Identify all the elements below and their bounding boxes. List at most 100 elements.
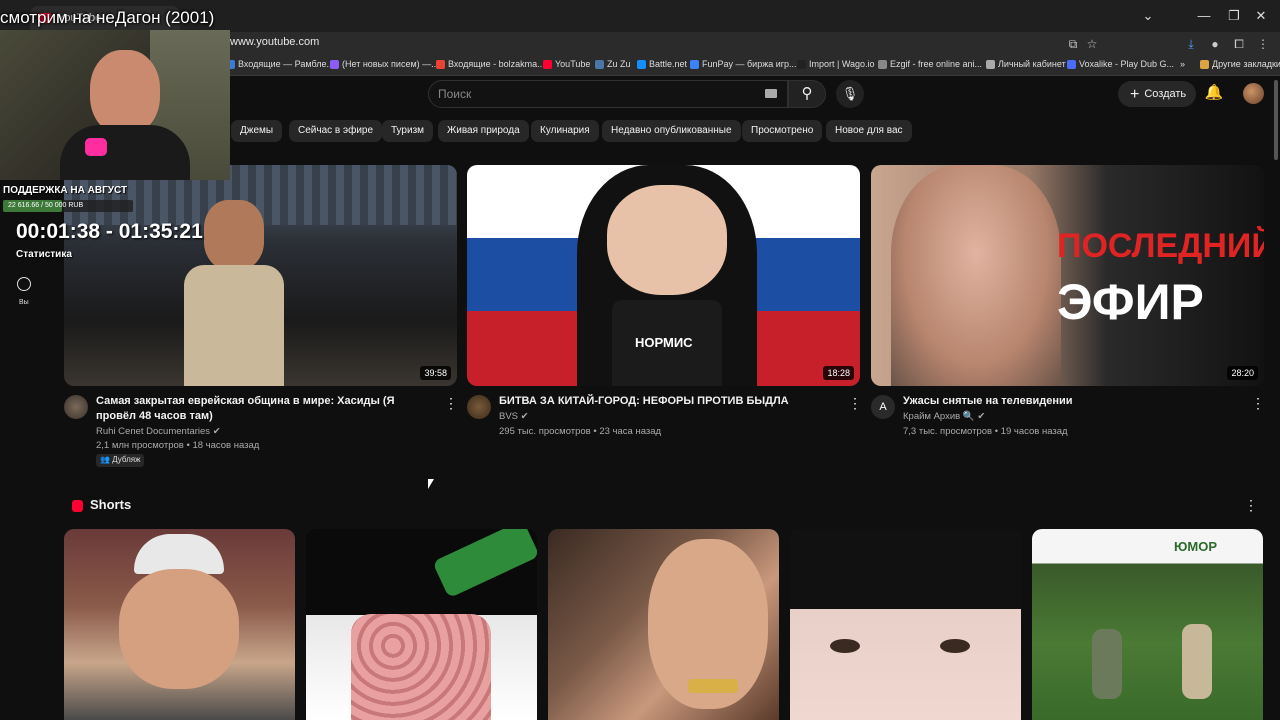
more-bookmarks-icon[interactable]: » bbox=[1180, 59, 1185, 69]
video-thumbnail[interactable]: 39:58 bbox=[64, 165, 457, 386]
verified-icon: ✔ bbox=[212, 426, 221, 437]
thumbnail-text: ПОСЛЕДНИЙ bbox=[1057, 227, 1264, 265]
search-button[interactable]: ⚲ bbox=[788, 80, 826, 108]
video-duration: 18:28 bbox=[823, 366, 854, 380]
keyboard-icon[interactable] bbox=[765, 89, 777, 98]
install-app-icon[interactable]: ⧉ bbox=[1064, 35, 1082, 53]
channel-avatar[interactable] bbox=[467, 395, 491, 419]
thumbnail-teeth bbox=[688, 679, 738, 693]
other-bookmarks[interactable]: Другие закладки bbox=[1200, 59, 1280, 69]
video-title[interactable]: Самая закрытая еврейская община в мире: … bbox=[96, 394, 436, 424]
short-thumbnail[interactable] bbox=[548, 529, 779, 720]
thumbnail-eye bbox=[830, 639, 860, 653]
extensions-icon[interactable]: ⧠ bbox=[1230, 35, 1248, 53]
create-button[interactable]: + Создать bbox=[1118, 81, 1196, 107]
sidebar-item-you[interactable]: Вы bbox=[19, 299, 29, 306]
short-thumbnail[interactable]: ЮМОР bbox=[1032, 529, 1263, 720]
short-thumbnail[interactable] bbox=[64, 529, 295, 720]
bookmark-icon bbox=[595, 59, 604, 69]
notifications-bell-icon[interactable]: 🔔 bbox=[1204, 83, 1224, 103]
chip-filter[interactable]: Сейчас в эфире bbox=[289, 120, 383, 142]
thumbnail-figure bbox=[184, 265, 284, 386]
chip-filter[interactable]: Джемы bbox=[231, 120, 283, 142]
more-options-icon[interactable]: ⋮ bbox=[444, 395, 458, 412]
bookmark-icon bbox=[330, 59, 339, 69]
thumbnail-figure bbox=[1182, 624, 1212, 699]
webcam-body bbox=[60, 125, 190, 180]
video-meta: 2,1 млн просмотров • 18 часов назад bbox=[96, 440, 260, 451]
scrollbar[interactable] bbox=[1274, 80, 1278, 160]
bookmark-icon bbox=[986, 59, 995, 69]
bookmark-item[interactable]: Входящие - bolzakma... bbox=[436, 59, 545, 69]
video-thumbnail[interactable]: ПОСЛЕДНИЙ ЭФИР 28:20 bbox=[871, 165, 1264, 386]
address-bar[interactable]: www.youtube.com bbox=[230, 36, 319, 48]
video-title[interactable]: БИТВА ЗА КИТАЙ-ГОРОД: НЕФОРЫ ПРОТИВ БЫДЛ… bbox=[499, 394, 839, 409]
verified-icon: ✔ bbox=[977, 411, 986, 422]
bookmark-item[interactable]: Ezgif - free online ani... bbox=[878, 59, 982, 69]
voice-search-button[interactable]: 🎙 bbox=[836, 80, 864, 108]
download-icon[interactable]: ⤓ bbox=[1182, 35, 1200, 53]
thumbnail-text: НОРМИС bbox=[635, 335, 693, 350]
chip-filter[interactable]: Туризм bbox=[382, 120, 434, 142]
bookmark-item[interactable]: Входящие — Рамбле... bbox=[226, 59, 334, 69]
chip-filter[interactable]: Новое для вас bbox=[826, 120, 912, 142]
minimize-icon[interactable]: — bbox=[1194, 6, 1214, 26]
channel-avatar[interactable]: A bbox=[871, 395, 895, 419]
thumbnail-bangs bbox=[790, 529, 1021, 609]
plus-icon: + bbox=[1130, 86, 1140, 103]
bookmark-icon bbox=[878, 59, 887, 69]
webcam-face bbox=[90, 50, 160, 135]
short-thumbnail[interactable] bbox=[306, 529, 537, 720]
chip-filter[interactable]: Просмотрено bbox=[742, 120, 823, 142]
support-progress-text: 22 616.66 / 50 000 RUB bbox=[8, 202, 84, 209]
thumbnail-face bbox=[607, 185, 727, 295]
restore-icon[interactable]: ❐ bbox=[1224, 6, 1244, 26]
menu-icon[interactable]: ⋮ bbox=[1254, 35, 1272, 53]
thumbnail-face bbox=[204, 200, 264, 270]
folder-icon bbox=[1200, 59, 1209, 69]
dubbed-badge: 👥 Дубляж bbox=[96, 454, 145, 467]
short-badge-text: ЮМОР bbox=[1174, 539, 1218, 554]
search-icon: ⚲ bbox=[801, 85, 813, 102]
account-icon[interactable] bbox=[17, 277, 31, 291]
channel-name[interactable]: Ruhi Cenet Documentaries ✔ bbox=[96, 424, 221, 439]
search-placeholder: Поиск bbox=[438, 87, 472, 101]
bookmark-icon bbox=[1067, 59, 1076, 69]
microphone-icon: 🎙 bbox=[841, 86, 859, 101]
bookmark-item[interactable]: YouTube bbox=[543, 59, 590, 69]
bookmark-item[interactable]: Battle.net bbox=[637, 59, 687, 69]
bookmark-item[interactable]: Личный кабинет bbox=[986, 59, 1066, 69]
bookmark-item[interactable]: (Нет новых писем) —... bbox=[330, 59, 439, 69]
video-meta: 295 тыс. просмотров • 23 часа назад bbox=[499, 426, 662, 437]
account-avatar[interactable] bbox=[1243, 83, 1264, 104]
stream-title: смотрим на неДагон (2001) bbox=[0, 8, 215, 27]
chevron-down-icon[interactable]: ⌄ bbox=[1138, 6, 1158, 26]
channel-name[interactable]: Крайм Архив 🔍 ✔ bbox=[903, 409, 985, 424]
bookmark-item[interactable]: Zu Zu bbox=[595, 59, 631, 69]
more-options-icon[interactable]: ⋮ bbox=[848, 395, 862, 412]
bookmark-item[interactable]: Voxalike - Play Dub G... bbox=[1067, 59, 1174, 69]
bookmark-icon bbox=[637, 59, 646, 69]
thumbnail-cap bbox=[134, 534, 224, 574]
bookmark-icon bbox=[797, 59, 806, 69]
video-thumbnail[interactable]: НОРМИС 18:28 bbox=[467, 165, 860, 386]
video-title[interactable]: Ужасы снятые на телевидении bbox=[903, 394, 1243, 409]
profile-icon[interactable]: ● bbox=[1206, 35, 1224, 53]
verified-icon: ✔ bbox=[520, 411, 529, 422]
short-thumbnail[interactable] bbox=[790, 529, 1021, 720]
bookmark-star-icon[interactable]: ☆ bbox=[1083, 35, 1101, 53]
more-options-icon[interactable]: ⋮ bbox=[1244, 497, 1258, 514]
bookmark-item[interactable]: FunPay — биржа игр... bbox=[690, 59, 797, 69]
chip-filter[interactable]: Кулинария bbox=[531, 120, 599, 142]
channel-name[interactable]: BVS ✔ bbox=[499, 409, 529, 424]
support-goal-label: ПОДДЕРЖКА НА АВГУСТ bbox=[3, 185, 128, 196]
search-input[interactable] bbox=[428, 80, 788, 108]
stream-timer: 00:01:38 - 01:35:21 bbox=[16, 220, 203, 243]
chip-filter[interactable]: Живая природа bbox=[438, 120, 529, 142]
bookmark-icon bbox=[690, 59, 699, 69]
close-icon[interactable]: ✕ bbox=[1251, 6, 1271, 26]
channel-avatar[interactable] bbox=[64, 395, 88, 419]
more-options-icon[interactable]: ⋮ bbox=[1251, 395, 1265, 412]
bookmark-item[interactable]: Import | Wago.io bbox=[797, 59, 875, 69]
chip-filter[interactable]: Недавно опубликованные bbox=[602, 120, 741, 142]
